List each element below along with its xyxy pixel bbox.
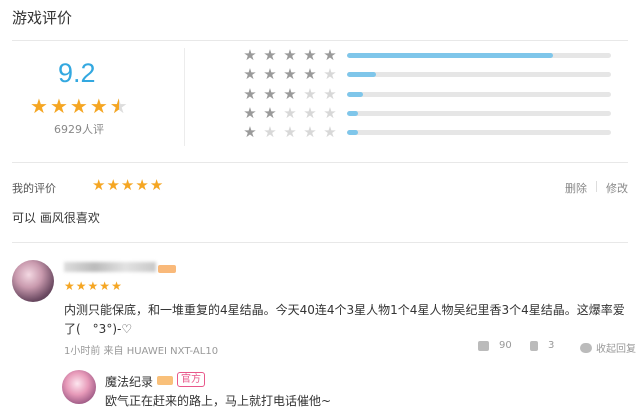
- rating-bar-fill: [347, 92, 363, 97]
- collapse-replies-label: 收起回复: [596, 344, 636, 355]
- rating-bar-4: [347, 72, 611, 77]
- star-icon: ★: [323, 103, 337, 122]
- star-icon: ★: [283, 45, 297, 64]
- edit-button[interactable]: 修改: [606, 180, 628, 196]
- divider: [12, 40, 628, 41]
- star-icon: ★: [243, 45, 257, 64]
- rating-row-2-stars: ★ ★ ★ ★ ★: [240, 105, 340, 121]
- star-icon: ★: [99, 279, 111, 293]
- star-icon: ★: [283, 103, 297, 122]
- rating-row-1-star: ★ ★ ★ ★ ★: [240, 124, 340, 140]
- rating-bar-1: [347, 130, 611, 135]
- star-icon: ★: [303, 45, 317, 64]
- star-icon: ★: [30, 94, 48, 118]
- comment-stars: ★ ★ ★ ★ ★: [64, 280, 122, 292]
- thumbs-down-icon: [530, 340, 538, 351]
- star-icon: ★: [303, 84, 317, 103]
- star-icon: ★: [283, 64, 297, 83]
- star-icon: ★: [64, 279, 75, 293]
- reply-author[interactable]: 魔法纪录: [105, 373, 153, 390]
- star-icon: ★: [303, 103, 317, 122]
- rating-row-5-stars: ★ ★ ★ ★ ★: [240, 47, 340, 63]
- star-icon: ★: [323, 45, 337, 64]
- star-icon: ★: [323, 122, 337, 141]
- reply-text: 欧气正在赶来的路上，马上就打电话催他~: [105, 394, 332, 408]
- star-icon[interactable]: ★: [150, 178, 163, 193]
- rating-bar-fill: [347, 111, 358, 116]
- star-icon: ★: [283, 84, 297, 103]
- star-icon: ★: [69, 94, 88, 118]
- rating-bar-3: [347, 92, 611, 97]
- half-star-icon: ★★: [109, 94, 128, 118]
- rating-row-4-stars: ★ ★ ★ ★ ★: [240, 66, 340, 82]
- level-badge: [157, 376, 173, 385]
- comment-meta: 1小时前 来自 HUAWEI NXT-AL10: [64, 346, 219, 357]
- star-icon: ★: [111, 279, 122, 293]
- collapse-replies-button[interactable]: 收起回复: [580, 340, 636, 355]
- reply-count: 3: [548, 340, 555, 351]
- rating-bar-fill: [347, 130, 358, 135]
- delete-button[interactable]: 删除: [565, 180, 587, 196]
- my-review-text: 可以 画风很喜欢: [12, 211, 100, 225]
- divider: [12, 242, 628, 243]
- star-icon: ★: [263, 103, 277, 122]
- star-icon: ★: [323, 84, 337, 103]
- avatar[interactable]: [12, 260, 54, 302]
- star-icon[interactable]: ★: [92, 178, 105, 193]
- thumbs-up-icon: [478, 340, 489, 351]
- star-icon: ★: [243, 122, 257, 141]
- rating-bar-fill: [347, 72, 377, 77]
- vertical-divider: [184, 48, 185, 146]
- divider: [596, 181, 597, 192]
- reply-count-button[interactable]: 3: [530, 340, 554, 351]
- my-review-label: 我的评价: [12, 182, 56, 195]
- official-badge: 官方: [177, 372, 205, 387]
- like-count: 90: [499, 340, 512, 351]
- like-button[interactable]: 90: [478, 340, 512, 351]
- divider: [12, 162, 628, 163]
- username-blurred[interactable]: [64, 262, 156, 272]
- rating-count: 6929人评: [54, 123, 104, 136]
- star-icon: ★: [263, 45, 277, 64]
- star-icon[interactable]: ★: [121, 178, 134, 193]
- star-icon: ★: [303, 64, 317, 83]
- average-stars: ★ ★ ★ ★ ★★: [30, 96, 128, 116]
- star-icon: ★: [243, 103, 257, 122]
- star-icon: ★: [87, 279, 99, 293]
- star-icon: ★: [263, 84, 277, 103]
- star-icon: ★: [49, 94, 68, 118]
- average-score: 9.2: [58, 58, 96, 88]
- star-icon: ★: [263, 64, 277, 83]
- my-review-stars[interactable]: ★ ★ ★ ★ ★: [92, 178, 163, 193]
- section-title: 游戏评价: [12, 9, 73, 27]
- level-badge: [158, 265, 176, 273]
- star-icon: ★: [323, 64, 337, 83]
- reply-avatar[interactable]: [62, 370, 96, 404]
- comment-icon: [580, 342, 592, 353]
- star-icon: ★: [243, 64, 257, 83]
- star-icon: ★: [89, 94, 108, 118]
- star-icon: ★: [263, 122, 277, 141]
- comment-text: 内测只能保底，和一堆重复的4星结晶。今天40连4个3星人物1个4星人物吴纪里香3…: [64, 303, 625, 336]
- star-icon: ★: [75, 279, 87, 293]
- star-icon: ★: [283, 122, 297, 141]
- star-icon[interactable]: ★: [106, 178, 119, 193]
- rating-bar-5: [347, 53, 611, 58]
- rating-row-3-stars: ★ ★ ★ ★ ★: [240, 86, 340, 102]
- star-icon[interactable]: ★: [135, 178, 148, 193]
- rating-bar-2: [347, 111, 611, 116]
- star-icon: ★: [243, 84, 257, 103]
- star-icon: ★: [303, 122, 317, 141]
- rating-bar-fill: [347, 53, 553, 58]
